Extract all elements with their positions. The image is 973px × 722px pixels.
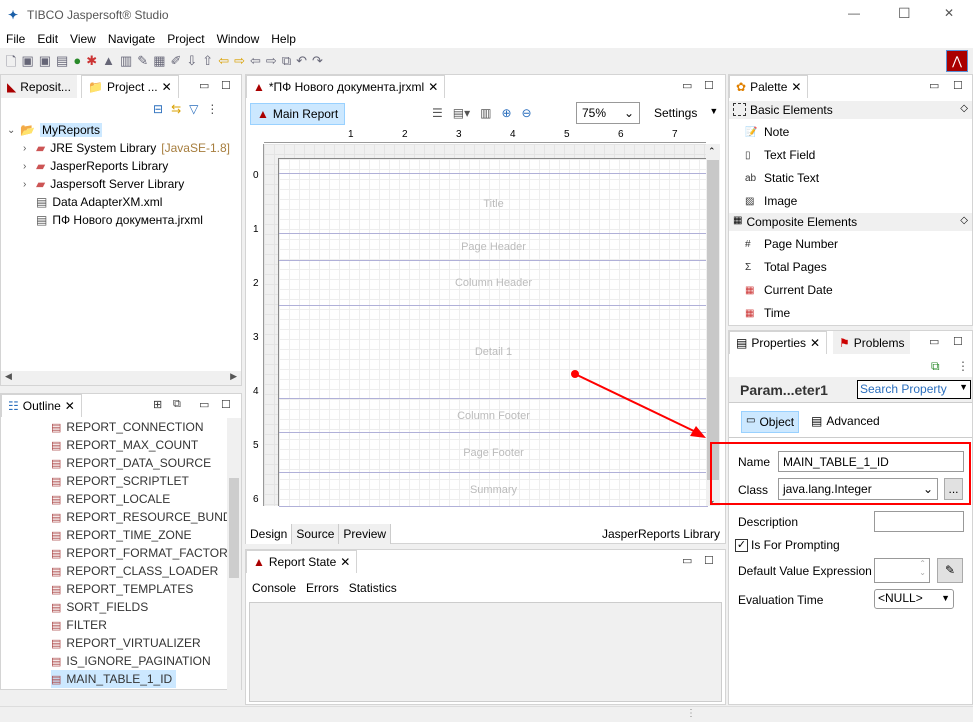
status-bar: ⋮: [0, 706, 973, 722]
arrow-head: [690, 426, 706, 438]
annotation-arrow: [571, 370, 706, 438]
arrow-line: [574, 373, 699, 434]
